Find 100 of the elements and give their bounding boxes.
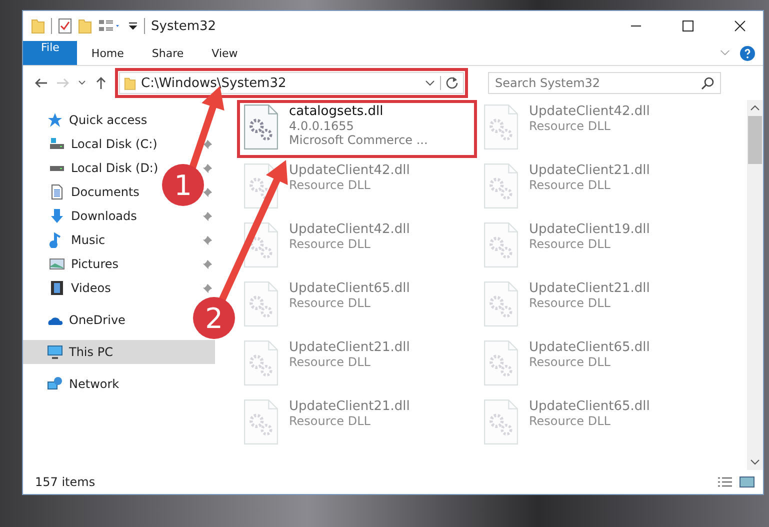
pin-icon[interactable] [202,234,213,246]
pc-icon [47,344,63,360]
file-item[interactable]: UpdateClient19.dll Resource DLL [477,218,717,276]
pin-icon[interactable] [202,258,213,270]
large-icons-view-icon[interactable] [739,476,755,488]
file-name: UpdateClient65.dll [289,281,410,296]
film-icon [49,280,65,296]
sidebar-item[interactable]: Local Disk (C:) [71,137,158,151]
recent-dropdown-icon[interactable] [77,79,87,87]
picture-icon [49,256,65,272]
folder-icon [124,76,136,90]
file-detail: Resource DLL [289,178,372,192]
sidebar-label: Network [69,377,120,391]
address-path: C:\Windows\System32 [141,76,288,90]
properties-icon[interactable] [58,18,72,34]
help-icon[interactable] [740,46,755,60]
file-name: UpdateClient21.dll [289,340,410,355]
file-detail: Microsoft Commerce ... [289,133,428,147]
gear-file-icon [243,163,279,209]
ribbon-tab[interactable]: File [23,41,78,65]
file-name: UpdateClient65.dll [529,340,650,355]
download-icon [49,208,65,224]
gear-file-icon [483,163,519,209]
sidebar-item[interactable]: Documents [71,185,140,199]
minimize-icon [630,25,642,27]
document-icon [49,184,65,200]
close-icon [734,20,746,32]
search-icon [701,76,715,90]
pin-icon[interactable] [202,282,213,294]
window-title: System32 [151,18,216,34]
dropdown-icon[interactable] [425,79,435,87]
ribbon-tab[interactable]: View [198,41,252,65]
gear-file-icon [243,340,279,386]
step-badge: 1 [162,164,204,206]
pin-icon[interactable] [202,138,213,150]
file-name: UpdateClient21.dll [529,281,650,296]
item-count: 157 items [35,475,96,489]
file-detail: Resource DLL [529,355,612,369]
drive-icon [49,164,65,172]
scroll-thumb[interactable] [748,116,762,164]
gear-file-icon [483,399,519,445]
gear-file-icon [483,104,519,150]
gear-file-icon [243,399,279,445]
file-detail: Resource DLL [529,119,612,133]
view-options-icon[interactable] [98,18,122,34]
file-detail: Resource DLL [529,296,612,310]
pin-icon[interactable] [202,186,213,198]
file-item[interactable]: UpdateClient21.dll Resource DLL [237,336,477,394]
file-item[interactable]: UpdateClient42.dll Resource DLL [237,159,477,217]
sidebar-item[interactable]: OneDrive [23,308,185,332]
refresh-icon[interactable] [440,76,459,90]
file-name: UpdateClient19.dll [529,222,650,237]
file-item[interactable]: UpdateClient65.dll Resource DLL [237,277,477,335]
file-detail: 4.0.0.1655 [289,119,355,133]
scroll-down-icon[interactable] [750,458,760,466]
ribbon-tab[interactable]: Share [138,41,198,65]
sidebar-item[interactable]: Local Disk (D:) [71,161,158,175]
file-item[interactable]: UpdateClient65.dll Resource DLL [477,336,717,394]
file-name: UpdateClient42.dll [529,104,650,119]
sidebar-item[interactable]: Music [71,233,106,247]
gear-file-icon [483,281,519,327]
file-name: UpdateClient65.dll [529,399,650,414]
scrollbar[interactable] [747,100,763,470]
sidebar-item[interactable]: Network [23,372,185,396]
customize-dropdown-icon[interactable] [128,21,138,31]
sidebar-item[interactable]: Pictures [71,257,119,271]
sidebar-item[interactable]: Downloads [71,209,137,223]
scroll-up-icon[interactable] [750,104,760,112]
sidebar-item[interactable]: Videos [71,281,111,295]
drive-icon [49,136,65,152]
sidebar-item[interactable]: Quick access [23,108,185,132]
file-detail: Resource DLL [289,237,372,251]
file-name: catalogsets.dll [289,104,384,119]
file-item[interactable]: UpdateClient21.dll Resource DLL [477,277,717,335]
sidebar-item[interactable]: This PC [23,340,215,364]
sidebar-label: OneDrive [69,313,126,327]
pin-icon[interactable] [202,162,213,174]
ribbon-tab[interactable]: Home [77,41,138,65]
gear-file-icon [483,222,519,268]
gear-file-icon [243,104,279,150]
search-field[interactable]: Search System32 [488,72,721,94]
file-item[interactable]: UpdateClient42.dll Resource DLL [237,218,477,276]
file-name: UpdateClient42.dll [289,222,410,237]
file-item[interactable]: UpdateClient65.dll Resource DLL [477,395,717,453]
file-detail: Resource DLL [529,237,612,251]
sidebar-label: Quick access [69,113,148,127]
file-name: UpdateClient21.dll [289,399,410,414]
gear-file-icon [243,281,279,327]
file-item[interactable]: UpdateClient21.dll Resource DLL [237,395,477,453]
file-item[interactable]: catalogsets.dll 4.0.0.1655 Microsoft Commerce ... [237,100,477,158]
file-item[interactable]: UpdateClient42.dll Resource DLL [477,100,717,158]
file-detail: Resource DLL [529,178,612,192]
file-name: UpdateClient42.dll [289,163,410,178]
pin-icon[interactable] [202,210,213,222]
file-detail: Resource DLL [289,414,372,428]
step-badge: 2 [193,297,235,339]
file-item[interactable]: UpdateClient21.dll Resource DLL [477,159,717,217]
file-detail: Resource DLL [289,296,372,310]
details-view-icon[interactable] [717,476,733,488]
maximize-icon [682,20,694,32]
